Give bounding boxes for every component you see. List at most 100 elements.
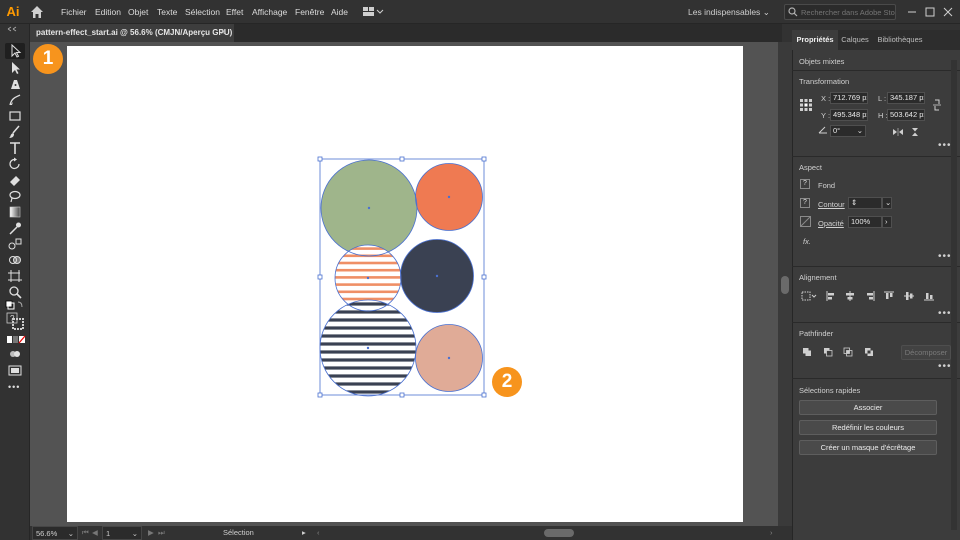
align-top-icon[interactable]: [884, 291, 894, 301]
last-artboard-icon[interactable]: ⏭: [158, 526, 165, 540]
pathfinder-unite-icon[interactable]: [802, 347, 812, 357]
eraser-tool-icon[interactable]: [7, 173, 23, 187]
alignment-more-options[interactable]: •••: [938, 308, 952, 319]
direct-selection-tool-icon[interactable]: [7, 61, 23, 75]
divider: [792, 266, 960, 267]
minimize-icon[interactable]: [902, 0, 922, 24]
angle-icon: [818, 126, 827, 134]
align-left-icon[interactable]: [826, 291, 836, 301]
align-to-selection-icon[interactable]: [801, 291, 817, 301]
document-tab[interactable]: pattern-effect_start.ai @ 56.6% (CMJN/Ap…: [30, 24, 234, 42]
maximize-icon[interactable]: [920, 0, 940, 24]
fill-stroke-swatches-icon[interactable]: ?: [6, 312, 26, 332]
selection-tool-icon[interactable]: [7, 44, 23, 58]
blend-tool-icon[interactable]: [7, 237, 23, 251]
align-bottom-icon[interactable]: [924, 291, 934, 301]
flip-horizontal-icon[interactable]: [892, 128, 904, 136]
curvature-tool-icon[interactable]: [7, 93, 23, 107]
expand-button[interactable]: Décomposer: [901, 345, 951, 360]
rectangle-tool-icon[interactable]: [7, 109, 23, 123]
menu-selection[interactable]: Sélection: [185, 0, 220, 24]
rotate-tool-icon[interactable]: [7, 157, 23, 171]
pathfinder-exclude-icon[interactable]: [864, 347, 874, 357]
zoom-select[interactable]: 56.6% ⌄: [32, 526, 78, 540]
menu-aide[interactable]: Aide: [331, 0, 348, 24]
close-window-icon[interactable]: [938, 0, 958, 24]
align-vertical-center-icon[interactable]: [904, 291, 914, 301]
next-artboard-icon[interactable]: ▶: [148, 526, 154, 540]
gradient-tool-icon[interactable]: [7, 205, 23, 219]
scroll-right-icon[interactable]: ›: [770, 526, 773, 540]
appearance-more-options[interactable]: •••: [938, 251, 952, 262]
panel-scrollbar[interactable]: [951, 60, 957, 530]
default-fill-stroke-icon[interactable]: [5, 300, 25, 310]
width-field[interactable]: 345.187 px: [887, 92, 925, 104]
step-badge-2: 2: [492, 367, 522, 397]
artboard-number-select[interactable]: 1 ⌄: [102, 526, 142, 540]
angle-field[interactable]: 0° ⌄: [830, 125, 866, 137]
pen-tool-icon[interactable]: [7, 77, 23, 91]
y-field[interactable]: 495.348 px: [830, 109, 868, 121]
scroll-left-icon[interactable]: ‹: [317, 526, 320, 540]
reference-point-icon[interactable]: [799, 98, 813, 112]
stroke-swatch[interactable]: ?: [800, 198, 810, 208]
screen-mode-icon[interactable]: [7, 363, 23, 377]
workspace-label: Les indispensables: [688, 7, 761, 17]
edit-toolbar-more[interactable]: •••: [8, 382, 20, 392]
recolor-artwork-button[interactable]: Redéfinir les couleurs: [799, 420, 937, 435]
stroke-weight-dropdown[interactable]: ⌄: [882, 197, 892, 209]
paintbrush-tool-icon[interactable]: [7, 125, 23, 139]
transform-more-options[interactable]: •••: [938, 140, 952, 151]
menu-fenetre[interactable]: Fenêtre: [295, 0, 324, 24]
tab-proprietes[interactable]: Propriétés: [792, 30, 838, 50]
group-button[interactable]: Associer: [799, 400, 937, 415]
home-icon[interactable]: [29, 4, 45, 20]
previous-artboard-icon[interactable]: ◀: [92, 526, 98, 540]
stroke-label[interactable]: Contour: [818, 200, 845, 209]
flip-vertical-icon[interactable]: [911, 127, 919, 137]
align-right-icon[interactable]: [865, 291, 875, 301]
pathfinder-minus-front-icon[interactable]: [823, 347, 833, 357]
menu-effet[interactable]: Effet: [226, 0, 243, 24]
menu-texte[interactable]: Texte: [157, 0, 177, 24]
align-horizontal-center-icon[interactable]: [845, 291, 855, 301]
height-field[interactable]: 503.642 px: [887, 109, 925, 121]
menu-objet[interactable]: Objet: [128, 0, 148, 24]
zoom-tool-icon[interactable]: [7, 285, 23, 299]
make-clipping-mask-button[interactable]: Créer un masque d'écrêtage: [799, 440, 937, 455]
vertical-scroll-thumb[interactable]: [781, 276, 789, 294]
workspace-switcher[interactable]: Les indispensables ⌄: [688, 0, 770, 24]
drawing-mode-icon[interactable]: [7, 347, 23, 361]
horizontal-scroll-thumb[interactable]: [544, 529, 574, 537]
type-tool-icon[interactable]: [7, 141, 23, 155]
arrange-documents-icon[interactable]: [362, 6, 384, 18]
status-menu-arrow-icon[interactable]: ▸: [302, 526, 306, 540]
pathfinder-intersect-icon[interactable]: [843, 347, 853, 357]
artboard[interactable]: [67, 46, 743, 522]
artboard-tool-icon[interactable]: [7, 269, 23, 283]
opacity-arrow[interactable]: ›: [882, 216, 892, 228]
menu-edition[interactable]: Edition: [95, 0, 121, 24]
effects-fx-button[interactable]: fx.: [803, 237, 811, 246]
stock-search[interactable]: [784, 4, 896, 20]
shape-builder-tool-icon[interactable]: [7, 253, 23, 267]
x-field[interactable]: 712.769 px: [830, 92, 868, 104]
first-artboard-icon[interactable]: ⏮: [82, 526, 89, 540]
close-tab-icon[interactable]: ×: [218, 24, 228, 42]
opacity-label[interactable]: Opacité: [818, 219, 844, 228]
lasso-tool-icon[interactable]: [7, 189, 23, 203]
menu-fichier[interactable]: Fichier: [61, 0, 87, 24]
divider: [792, 156, 960, 157]
tab-bibliotheques[interactable]: Bibliothèques: [872, 30, 928, 50]
tab-calques[interactable]: Calques: [838, 30, 872, 50]
eyedropper-tool-icon[interactable]: [7, 221, 23, 235]
collapse-toolbar-icon[interactable]: [6, 26, 24, 32]
constrain-proportions-icon[interactable]: [932, 99, 942, 111]
color-mode-icon[interactable]: [6, 335, 26, 344]
pathfinder-more-options[interactable]: •••: [938, 361, 952, 372]
search-input[interactable]: [801, 5, 895, 19]
menu-affichage[interactable]: Affichage: [252, 0, 287, 24]
opacity-field[interactable]: 100%: [848, 216, 882, 228]
stroke-weight-field[interactable]: ⇕: [848, 197, 882, 209]
fill-swatch[interactable]: ?: [800, 179, 810, 189]
